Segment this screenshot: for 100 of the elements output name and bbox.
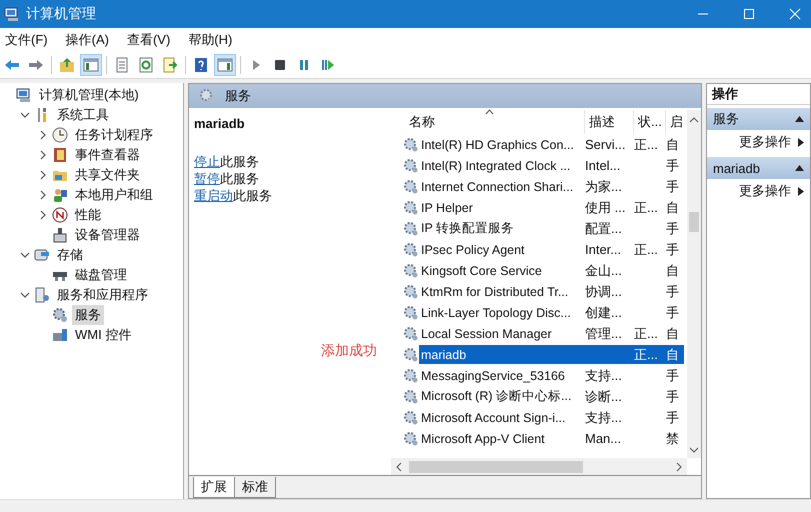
service-row[interactable]: Intel(R) Integrated Clock ... Intel... 手 [419, 156, 684, 175]
startup-type-cell: 手 [666, 220, 679, 238]
storage-icon [34, 247, 50, 263]
scroll-up-icon[interactable] [689, 116, 699, 124]
column-header[interactable]: 名称 [405, 110, 585, 134]
collapsed-chevron-icon[interactable] [38, 130, 48, 140]
scroll-thumb[interactable] [409, 460, 583, 472]
service-row[interactable]: Local Session Manager 管理... 正... 自 [419, 324, 684, 343]
column-header[interactable]: 描述 [585, 110, 634, 134]
service-row[interactable]: Internet Connection Shari... 为家... 手 [419, 177, 684, 196]
tree-item[interactable]: 存储 [54, 245, 86, 265]
menu-item[interactable]: 帮助(H) [183, 31, 238, 49]
action-pane-button[interactable] [214, 54, 236, 76]
collapse-triangle-icon[interactable] [795, 165, 804, 171]
scroll-thumb[interactable] [689, 212, 699, 232]
service-name-cell-text: Microsoft App-V Client [420, 432, 546, 446]
users-icon [52, 187, 68, 203]
startup-type-cell: 手 [666, 388, 679, 406]
service-name-cell-text: Microsoft Account Sign-i... [420, 410, 567, 424]
startup-type-cell: 自 [666, 198, 679, 216]
service-row[interactable]: MessagingService_53166 支持... 手 [419, 366, 684, 385]
tree-item[interactable]: 服务和应用程序 [54, 285, 151, 305]
more-actions-item[interactable]: 更多操作 [739, 133, 791, 151]
pane-toggle-button[interactable] [80, 54, 102, 76]
service-action-link[interactable]: 暂停 [194, 171, 220, 186]
close-icon[interactable] [789, 8, 801, 20]
action-text: 此服务 [220, 154, 259, 169]
service-row[interactable]: Microsoft (R) 诊断中心标... 诊断... 手 [419, 387, 684, 406]
scroll-left-icon[interactable] [395, 462, 403, 472]
description-cell: 配置... [585, 220, 622, 238]
description-cell: Inter... [585, 242, 622, 257]
description-cell: Servi... [585, 137, 626, 152]
service-action-link[interactable]: 停止 [194, 154, 220, 169]
gear-icon [403, 178, 419, 194]
scroll-down-icon[interactable] [689, 446, 699, 454]
actions-section-header[interactable]: 服务 [707, 108, 810, 130]
expanded-chevron-icon[interactable] [20, 290, 30, 300]
maximize-icon[interactable] [743, 8, 755, 20]
collapsed-chevron-icon[interactable] [38, 190, 48, 200]
service-row[interactable]: Intel(R) HD Graphics Con... Servi... 正... 自 [419, 135, 684, 154]
tree-item[interactable]: 本地用户和组 [72, 185, 156, 205]
gear-icon [403, 326, 419, 342]
stop-icon [272, 57, 288, 73]
annotation-text: 添加成功 [321, 342, 377, 360]
menu-item[interactable]: 文件(F) [0, 31, 53, 49]
tree-item[interactable]: 服务 [72, 305, 104, 325]
vertical-scrollbar[interactable] [687, 110, 701, 458]
tree-item[interactable]: 性能 [72, 205, 104, 225]
startup-type-cell: 自 [666, 346, 679, 364]
column-header[interactable]: 状... [634, 110, 666, 134]
tree-item[interactable]: 设备管理器 [72, 225, 143, 245]
description-cell: 协调... [585, 282, 622, 300]
panel-title: 服务 [225, 87, 251, 105]
menu-item[interactable]: 查看(V) [122, 31, 176, 49]
more-actions-item[interactable]: 更多操作 [739, 182, 791, 200]
service-name-cell-text: Kingsoft Core Service [420, 264, 543, 278]
view-tab[interactable]: 扩展 [193, 477, 235, 498]
horizontal-scrollbar[interactable] [391, 458, 687, 475]
view-tab[interactable]: 标准 [234, 477, 276, 498]
actions-section-header[interactable]: mariadb [707, 157, 810, 179]
gear-icon [403, 410, 419, 426]
service-name-cell-text: Intel(R) Integrated Clock ... [420, 158, 572, 172]
service-row[interactable]: mariadb 正... 自 [419, 345, 684, 364]
tree-item[interactable]: 计算机管理(本地) [36, 85, 142, 105]
startup-type-cell: 手 [666, 240, 679, 258]
tree-item[interactable]: 共享文件夹 [72, 165, 143, 185]
service-row[interactable]: Microsoft App-V Client Man... 禁 [419, 429, 684, 448]
tree-item[interactable]: WMI 控件 [72, 325, 134, 345]
gear-icon [403, 304, 419, 320]
collapsed-chevron-icon[interactable] [38, 150, 48, 160]
tree-item[interactable]: 事件查看器 [72, 145, 143, 165]
service-row[interactable]: Link-Layer Topology Disc... 创建... 手 [419, 303, 684, 322]
pane-toggle-icon [83, 57, 99, 73]
service-row[interactable]: Kingsoft Core Service 金山... 自 [419, 261, 684, 280]
column-header[interactable]: 启 [666, 110, 686, 134]
clock-icon [52, 127, 68, 143]
collapsed-chevron-icon[interactable] [38, 170, 48, 180]
menu-item[interactable]: 操作(A) [60, 31, 114, 49]
collapse-triangle-icon[interactable] [795, 116, 804, 122]
tree-item[interactable]: 磁盘管理 [72, 265, 130, 285]
book-icon [52, 147, 68, 163]
description-cell: 创建... [585, 304, 622, 322]
service-row[interactable]: IPsec Policy Agent Inter... 正... 手 [419, 240, 684, 259]
service-row[interactable]: KtmRm for Distributed Tr... 协调... 手 [419, 282, 684, 301]
scroll-right-icon[interactable] [675, 462, 683, 472]
section-title: mariadb [713, 160, 760, 176]
startup-type-cell: 手 [666, 282, 679, 300]
expanded-chevron-icon[interactable] [20, 110, 30, 120]
collapsed-chevron-icon[interactable] [38, 210, 48, 220]
expanded-chevron-icon[interactable] [20, 250, 30, 260]
help-icon [193, 57, 209, 73]
service-name-cell-text: Link-Layer Topology Disc... [420, 306, 572, 320]
service-row[interactable]: IP Helper 使用 ... 正... 自 [419, 198, 684, 217]
service-row[interactable]: Microsoft Account Sign-i... 支持... 手 [419, 408, 684, 427]
tree-item[interactable]: 任务计划程序 [72, 125, 156, 145]
service-action-link[interactable]: 重启动 [194, 188, 233, 203]
tree-item[interactable]: 系统工具 [54, 105, 112, 125]
service-row[interactable]: IP 转换配置服务 配置... 手 [419, 219, 684, 238]
folder-up-icon [59, 57, 75, 73]
action-text: 此服务 [233, 188, 272, 203]
